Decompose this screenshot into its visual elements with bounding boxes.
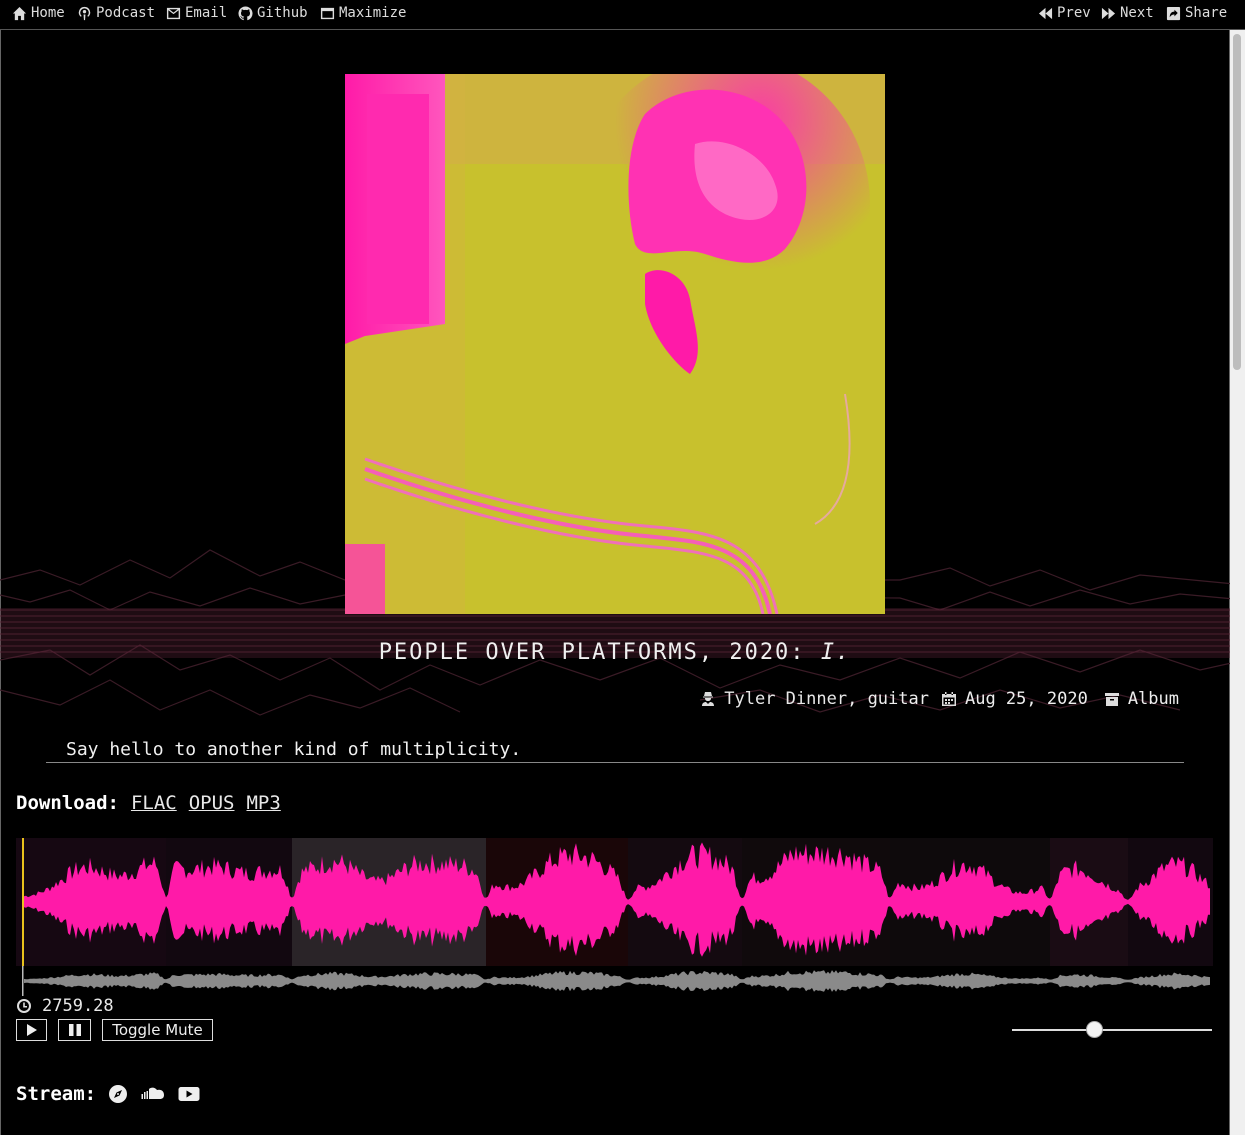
- toggle-mute-button[interactable]: Toggle Mute: [102, 1019, 213, 1041]
- download-label: Download:: [16, 792, 119, 814]
- backward-icon: [1038, 7, 1053, 19]
- download-mp3-link[interactable]: MP3: [246, 792, 280, 814]
- release-title: PEOPLE OVER PLATFORMS, 2020: I.: [0, 640, 1230, 665]
- nav-maximize[interactable]: Maximize: [320, 5, 406, 21]
- compass-icon[interactable]: [108, 1084, 128, 1104]
- youtube-icon[interactable]: [178, 1085, 200, 1103]
- nav-email[interactable]: Email: [166, 5, 227, 21]
- release-title-prefix: PEOPLE OVER PLATFORMS, 2020:: [378, 640, 806, 665]
- nav-github[interactable]: Github: [238, 5, 308, 21]
- waveform[interactable]: [16, 838, 1213, 966]
- pause-button[interactable]: [58, 1019, 91, 1041]
- release-date: Aug 25, 2020: [964, 689, 1088, 709]
- scrollbar-thumb[interactable]: [1233, 34, 1241, 370]
- nav-home[interactable]: Home: [12, 5, 65, 21]
- release-type: Album: [1127, 689, 1179, 709]
- github-icon: [238, 5, 253, 20]
- download-flac-link[interactable]: FLAC: [131, 792, 177, 814]
- release-title-suffix: I.: [820, 640, 852, 665]
- window-maximize-icon: [320, 7, 335, 19]
- play-button[interactable]: [16, 1019, 47, 1041]
- time-value: 2759.28: [42, 996, 114, 1016]
- top-nav: Home Podcast Email Github Maximize Prev …: [0, 0, 1245, 30]
- envelope-icon: [166, 7, 181, 19]
- share-icon: [1166, 6, 1181, 20]
- waveform-overview[interactable]: [16, 966, 1213, 996]
- release-description: Say hello to another kind of multiplicit…: [66, 739, 522, 760]
- artist-role: , guitar: [847, 689, 929, 709]
- download-section: Download: FLAC OPUS MP3: [16, 792, 281, 814]
- waveform-overview-shape: [24, 970, 1210, 992]
- nav-next[interactable]: Next: [1101, 5, 1154, 21]
- nav-prev-label: Prev: [1057, 5, 1091, 21]
- nav-email-label: Email: [185, 5, 228, 21]
- nav-podcast-label: Podcast: [96, 5, 156, 21]
- download-opus-link[interactable]: OPUS: [189, 792, 235, 814]
- calendar-icon: [941, 692, 956, 706]
- stream-label: Stream:: [16, 1083, 97, 1105]
- nav-github-label: Github: [257, 5, 308, 21]
- release-meta: Tyler Dinner, guitar Aug 25, 2020 Album: [700, 689, 1179, 709]
- soundcloud-icon[interactable]: [140, 1085, 166, 1103]
- scrollbar[interactable]: [1230, 30, 1245, 1135]
- nav-next-label: Next: [1120, 5, 1154, 21]
- stream-section: Stream:: [16, 1083, 200, 1105]
- artist-link[interactable]: Tyler Dinner: [724, 689, 847, 709]
- playhead[interactable]: [22, 838, 24, 966]
- playback-time: 2759.28: [16, 996, 114, 1016]
- overview-playhead: [22, 966, 24, 996]
- clock-icon: [17, 999, 31, 1013]
- pause-icon: [68, 1024, 81, 1036]
- album-cover: [345, 74, 885, 614]
- nav-share[interactable]: Share: [1166, 5, 1227, 21]
- volume-slider-handle[interactable]: [1086, 1021, 1103, 1038]
- nav-maximize-label: Maximize: [339, 5, 407, 21]
- divider: [46, 762, 1184, 763]
- nav-podcast[interactable]: Podcast: [77, 5, 155, 21]
- nav-home-label: Home: [31, 5, 65, 21]
- nav-share-label: Share: [1185, 5, 1228, 21]
- album-cover-art: [345, 74, 885, 614]
- forward-icon: [1101, 7, 1116, 19]
- user-secret-icon: [702, 692, 715, 706]
- podcast-icon: [78, 6, 91, 20]
- archive-icon: [1104, 693, 1119, 706]
- toggle-mute-label: Toggle Mute: [112, 1021, 203, 1039]
- play-icon: [26, 1024, 37, 1036]
- home-icon: [12, 6, 27, 20]
- volume-slider[interactable]: [1012, 1029, 1212, 1031]
- nav-prev[interactable]: Prev: [1038, 5, 1091, 21]
